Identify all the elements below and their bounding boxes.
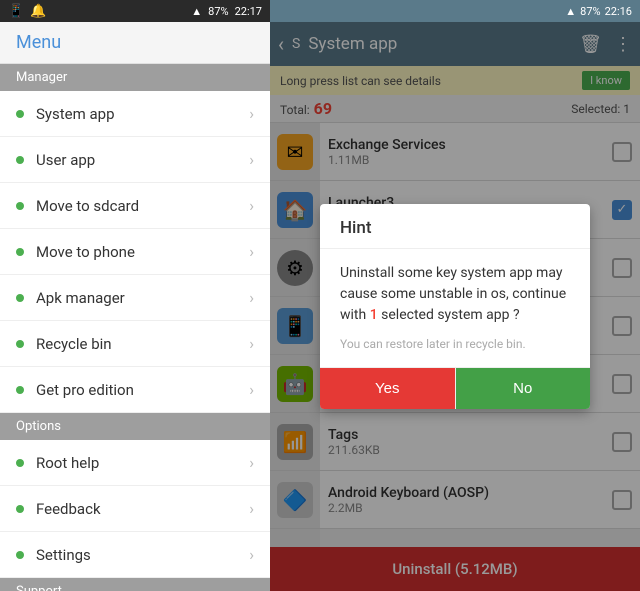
sidebar-item-feedback[interactable]: Feedback ›	[0, 486, 270, 532]
chevron-icon: ›	[249, 453, 254, 472]
menu-header: Menu	[0, 22, 270, 64]
chevron-icon: ›	[249, 242, 254, 261]
dialog-message: Uninstall some key system app may cause …	[340, 263, 570, 326]
menu-item-label: Recycle bin	[36, 335, 249, 353]
sidebar-item-get-pro[interactable]: Get pro edition ›	[0, 367, 270, 413]
menu-item-label: Settings	[36, 546, 249, 564]
dot-icon	[16, 505, 24, 513]
battery-right: 87%	[580, 5, 600, 18]
dot-icon	[16, 551, 24, 559]
dot-icon	[16, 156, 24, 164]
sidebar-item-apk-manager[interactable]: Apk manager ›	[0, 275, 270, 321]
wifi-icon-right: ▲	[565, 5, 576, 18]
status-bar-right: ▲ 87% 22:16	[270, 0, 640, 22]
section-options: Options	[0, 413, 270, 440]
notification-icon: 🔔	[30, 4, 46, 19]
chevron-icon: ›	[249, 150, 254, 169]
chevron-icon: ›	[249, 334, 254, 353]
dot-icon	[16, 202, 24, 210]
menu-item-label: System app	[36, 105, 249, 123]
dialog-yes-button[interactable]: Yes	[320, 368, 456, 409]
menu-item-label: User app	[36, 151, 249, 169]
section-support: Support	[0, 578, 270, 591]
menu-item-label: Move to sdcard	[36, 197, 249, 215]
sidebar-item-recycle-bin[interactable]: Recycle bin ›	[0, 321, 270, 367]
sidebar-item-root-help[interactable]: Root help ›	[0, 440, 270, 486]
chevron-icon: ›	[249, 104, 254, 123]
left-panel: Menu Manager System app › User app › Mov…	[0, 22, 270, 591]
dialog-title: Hint	[320, 204, 590, 249]
section-manager: Manager	[0, 64, 270, 91]
phone-icon: 📱	[8, 4, 24, 19]
hint-dialog: Hint Uninstall some key system app may c…	[320, 204, 590, 409]
dot-icon	[16, 248, 24, 256]
menu-item-label: Get pro edition	[36, 381, 249, 399]
sidebar-item-settings[interactable]: Settings ›	[0, 532, 270, 578]
menu-item-label: Root help	[36, 454, 249, 472]
dialog-body: Uninstall some key system app may cause …	[320, 249, 590, 367]
dialog-overlay: Hint Uninstall some key system app may c…	[270, 22, 640, 591]
chevron-icon: ›	[249, 545, 254, 564]
dot-icon	[16, 110, 24, 118]
chevron-icon: ›	[249, 499, 254, 518]
dialog-no-button[interactable]: No	[456, 368, 591, 409]
menu-item-label: Feedback	[36, 500, 249, 518]
dot-icon	[16, 340, 24, 348]
chevron-icon: ›	[249, 196, 254, 215]
sidebar-item-move-phone[interactable]: Move to phone ›	[0, 229, 270, 275]
time-right: 22:16	[605, 5, 632, 18]
menu-item-label: Apk manager	[36, 289, 249, 307]
menu-title: Menu	[16, 32, 61, 53]
dot-icon	[16, 459, 24, 467]
sidebar-item-system-app[interactable]: System app ›	[0, 91, 270, 137]
time-left: 22:17	[235, 5, 262, 18]
dialog-sub-message: You can restore later in recycle bin.	[340, 336, 570, 353]
dot-icon	[16, 294, 24, 302]
sidebar-item-user-app[interactable]: User app ›	[0, 137, 270, 183]
dot-icon	[16, 386, 24, 394]
status-bar-left: 📱 🔔 ▲ 87% 22:17	[0, 0, 270, 22]
sidebar-item-move-sdcard[interactable]: Move to sdcard ›	[0, 183, 270, 229]
right-panel: ‹ S System app 🗑 ⋮ Long press list can s…	[270, 22, 640, 591]
dialog-buttons: Yes No	[320, 367, 590, 409]
chevron-icon: ›	[249, 380, 254, 399]
chevron-icon: ›	[249, 288, 254, 307]
menu-item-label: Move to phone	[36, 243, 249, 261]
dialog-highlight: 1	[370, 307, 378, 323]
battery-left: 87%	[208, 5, 228, 18]
wifi-icon: ▲	[191, 5, 202, 18]
dialog-message-suffix: selected system app ?	[381, 307, 519, 323]
